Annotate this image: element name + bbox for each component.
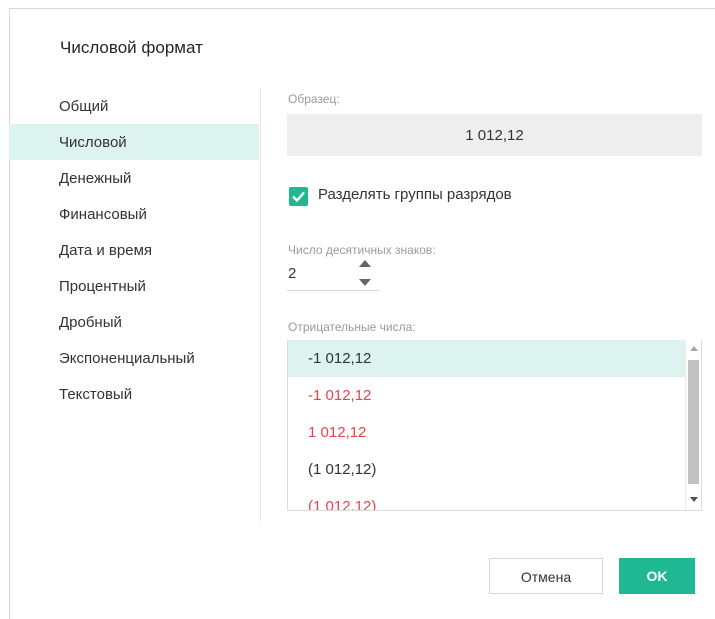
category-item-percentage[interactable]: Процентный xyxy=(9,268,259,304)
category-item-date-time[interactable]: Дата и время xyxy=(9,232,259,268)
category-item-number[interactable]: Числовой xyxy=(9,124,259,160)
separator-checkbox[interactable] xyxy=(289,187,308,206)
category-item-scientific[interactable]: Экспоненциальный xyxy=(9,340,259,376)
scroll-down-icon[interactable] xyxy=(690,497,698,502)
panel-divider xyxy=(260,88,261,521)
category-item-currency[interactable]: Денежный xyxy=(9,160,259,196)
scrollbar-thumb[interactable] xyxy=(688,360,699,484)
negative-numbers-list: -1 012,12 -1 012,12 1 012,12 (1 012,12) … xyxy=(287,340,702,511)
negative-option-minus[interactable]: -1 012,12 xyxy=(288,340,685,377)
category-item-text[interactable]: Текстовый xyxy=(9,376,259,412)
sample-preview: 1 012,12 xyxy=(287,114,702,156)
stepper-down-icon[interactable] xyxy=(359,279,371,286)
dialog-title: Числовой формат xyxy=(60,38,203,57)
category-item-fraction[interactable]: Дробный xyxy=(9,304,259,340)
cancel-button[interactable]: Отмена xyxy=(489,558,603,594)
negative-option-parentheses-red[interactable]: (1 012,12) xyxy=(288,488,701,510)
category-item-general[interactable]: Общий xyxy=(9,88,259,124)
negative-option-red[interactable]: 1 012,12 xyxy=(288,414,701,451)
category-item-accounting[interactable]: Финансовый xyxy=(9,196,259,232)
checkmark-icon xyxy=(292,191,305,203)
negative-option-parentheses[interactable]: (1 012,12) xyxy=(288,451,701,488)
decimals-value[interactable]: 2 xyxy=(288,265,296,282)
negative-option-minus-red[interactable]: -1 012,12 xyxy=(288,377,701,414)
sample-value: 1 012,12 xyxy=(465,126,524,144)
negative-label: Отрицательные числа: xyxy=(288,320,416,334)
category-list: Общий Числовой Денежный Финансовый Дата … xyxy=(9,88,259,412)
separator-label[interactable]: Разделять группы разрядов xyxy=(318,186,512,203)
sample-label: Образец: xyxy=(288,92,340,106)
decimals-label: Число десятичных знаков: xyxy=(288,243,436,257)
ok-button[interactable]: OK xyxy=(619,558,695,594)
scroll-up-icon[interactable] xyxy=(690,346,698,351)
list-scrollbar[interactable] xyxy=(685,340,701,510)
stepper-up-icon[interactable] xyxy=(359,260,371,267)
